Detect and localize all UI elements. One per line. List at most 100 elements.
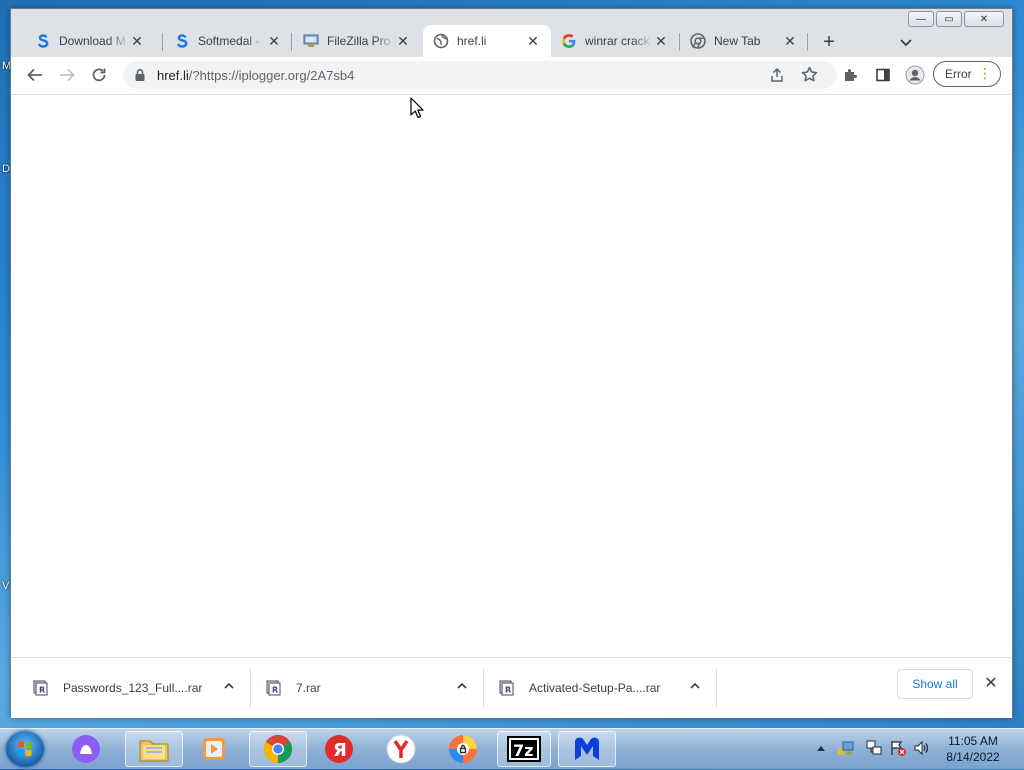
- new-tab-button[interactable]: +: [818, 31, 840, 53]
- url-host: href.li: [157, 68, 189, 83]
- taskbar-clock[interactable]: 11:05 AM 8/14/2022: [938, 733, 1008, 765]
- taskbar-alice-button[interactable]: [60, 731, 112, 767]
- chevron-up-icon[interactable]: [223, 680, 235, 695]
- download-item[interactable]: R Passwords_123_Full....rar: [33, 666, 243, 710]
- windows-logo-icon: [18, 741, 32, 757]
- close-tab-icon[interactable]: ✕: [266, 33, 282, 50]
- svg-text:R: R: [272, 686, 278, 695]
- download-filename: Passwords_123_Full....rar: [63, 681, 203, 695]
- lock-icon[interactable]: [134, 68, 146, 85]
- tray-network-icon[interactable]: [864, 735, 884, 761]
- softmedal-icon: [35, 33, 51, 49]
- taskbar-malwarebytes-button[interactable]: [558, 731, 616, 767]
- taskbar-media-player-button[interactable]: [188, 731, 240, 767]
- close-tab-icon[interactable]: ✕: [782, 33, 798, 50]
- filezilla-icon: [303, 33, 319, 49]
- 7zip-icon: 7z: [507, 736, 541, 762]
- tab-title: Download M: [59, 34, 126, 48]
- winrar-icon: R: [33, 680, 49, 696]
- profile-button[interactable]: [903, 63, 927, 87]
- speaker-icon: [914, 740, 929, 756]
- browser-toolbar: href.li/?https://iplogger.org/2A7sb4 Err…: [11, 57, 1012, 95]
- download-item[interactable]: R Activated-Setup-Pa....rar: [499, 666, 709, 710]
- tab-title: New Tab: [714, 34, 761, 48]
- chevron-up-icon: [817, 746, 825, 751]
- kebab-menu-icon[interactable]: ⋮: [978, 66, 992, 80]
- arrow-right-icon: [60, 68, 75, 82]
- url-path: /?https://iplogger.org/2A7sb4: [188, 68, 355, 83]
- tray-action-center-icon[interactable]: [888, 735, 908, 761]
- tab-separator: [162, 33, 163, 51]
- tab-title: href.li: [457, 34, 487, 48]
- profile-error-chip[interactable]: Error ⋮: [933, 61, 1001, 87]
- download-separator: [483, 668, 484, 708]
- taskbar-yandex-button[interactable]: Я: [313, 731, 365, 767]
- share-icon[interactable]: [769, 67, 785, 86]
- download-item[interactable]: R 7.rar: [266, 666, 476, 710]
- tab-href-li[interactable]: href.li ✕: [423, 25, 551, 57]
- tab-search-button[interactable]: [895, 31, 917, 53]
- tray-app-icon[interactable]: [836, 735, 856, 761]
- network-status-icon: [838, 741, 854, 755]
- download-shelf: R Passwords_123_Full....rar R 7.rar R Ac…: [11, 657, 1012, 718]
- globe-icon: [433, 33, 449, 49]
- clock-time: 11:05 AM: [948, 734, 998, 748]
- yandex-icon: Я: [325, 735, 353, 763]
- close-tab-icon[interactable]: ✕: [525, 33, 541, 50]
- tab-new-tab[interactable]: New Tab ✕: [680, 25, 808, 57]
- taskbar-7zip-button[interactable]: 7z: [497, 731, 551, 767]
- url-text: href.li/?https://iplogger.org/2A7sb4: [157, 68, 354, 83]
- 7zip-label: 7z: [513, 741, 533, 760]
- action-center-flag-icon: [891, 741, 906, 756]
- address-bar[interactable]: href.li/?https://iplogger.org/2A7sb4: [123, 61, 837, 89]
- close-tab-icon[interactable]: ✕: [653, 33, 669, 50]
- tab-winrar-crack[interactable]: winrar crack ✕: [551, 25, 679, 57]
- chevron-up-icon[interactable]: [689, 680, 701, 695]
- close-tab-icon[interactable]: ✕: [395, 33, 411, 50]
- close-tab-icon[interactable]: ✕: [129, 33, 145, 50]
- chrome-window: — ▭ ✕ Download M ✕ Softmedal - ✕ FileZil…: [10, 8, 1013, 718]
- mouse-cursor-icon: [410, 97, 424, 122]
- side-panel-button[interactable]: [871, 63, 895, 87]
- tab-filezilla[interactable]: FileZilla Pro ✕: [293, 25, 421, 57]
- winrar-icon: R: [499, 680, 515, 696]
- extensions-button[interactable]: [839, 63, 863, 87]
- tab-separator: [291, 33, 292, 51]
- side-panel-icon: [876, 68, 890, 82]
- taskbar-browser-button[interactable]: [437, 731, 489, 767]
- tab-softmedal[interactable]: Softmedal - ✕: [164, 25, 292, 57]
- winrar-icon: R: [266, 680, 282, 696]
- bookmark-star-icon[interactable]: [801, 66, 818, 86]
- show-hidden-icons-button[interactable]: [814, 735, 828, 761]
- firefox-like-icon: [449, 735, 477, 763]
- chrome-icon: [690, 33, 706, 49]
- softmedal-icon: [174, 33, 190, 49]
- back-button[interactable]: [23, 63, 47, 87]
- close-shelf-icon[interactable]: ✕: [983, 676, 999, 692]
- chrome-icon: [264, 735, 292, 763]
- tab-title: winrar crack: [585, 34, 650, 48]
- puzzle-piece-icon: [845, 69, 857, 81]
- tab-separator: [807, 33, 808, 51]
- tab-title: FileZilla Pro: [327, 34, 391, 48]
- show-all-downloads-button[interactable]: Show all: [897, 669, 973, 699]
- malwarebytes-icon: [575, 737, 599, 760]
- tab-download[interactable]: Download M ✕: [25, 25, 155, 57]
- media-player-icon: [203, 738, 225, 760]
- desktop-icon-label-fragment: D: [2, 163, 10, 175]
- start-button[interactable]: [6, 731, 44, 767]
- reload-button[interactable]: [87, 63, 111, 87]
- taskbar-yandex-browser-button[interactable]: [375, 731, 427, 767]
- tab-strip: Download M ✕ Softmedal - ✕ FileZilla Pro…: [25, 23, 1005, 57]
- forward-button[interactable]: [55, 63, 79, 87]
- yandex-browser-icon: [386, 734, 416, 764]
- svg-text:Я: Я: [333, 740, 347, 761]
- google-icon: [561, 33, 577, 49]
- taskbar-chrome-button[interactable]: [249, 731, 307, 767]
- desktop-icon-label-fragment: V: [2, 580, 10, 592]
- chevron-up-icon[interactable]: [456, 680, 468, 695]
- alice-assistant-icon: [72, 735, 100, 763]
- taskbar-explorer-button[interactable]: [125, 731, 183, 767]
- network-icon: [866, 740, 882, 755]
- tray-volume-icon[interactable]: [912, 735, 932, 761]
